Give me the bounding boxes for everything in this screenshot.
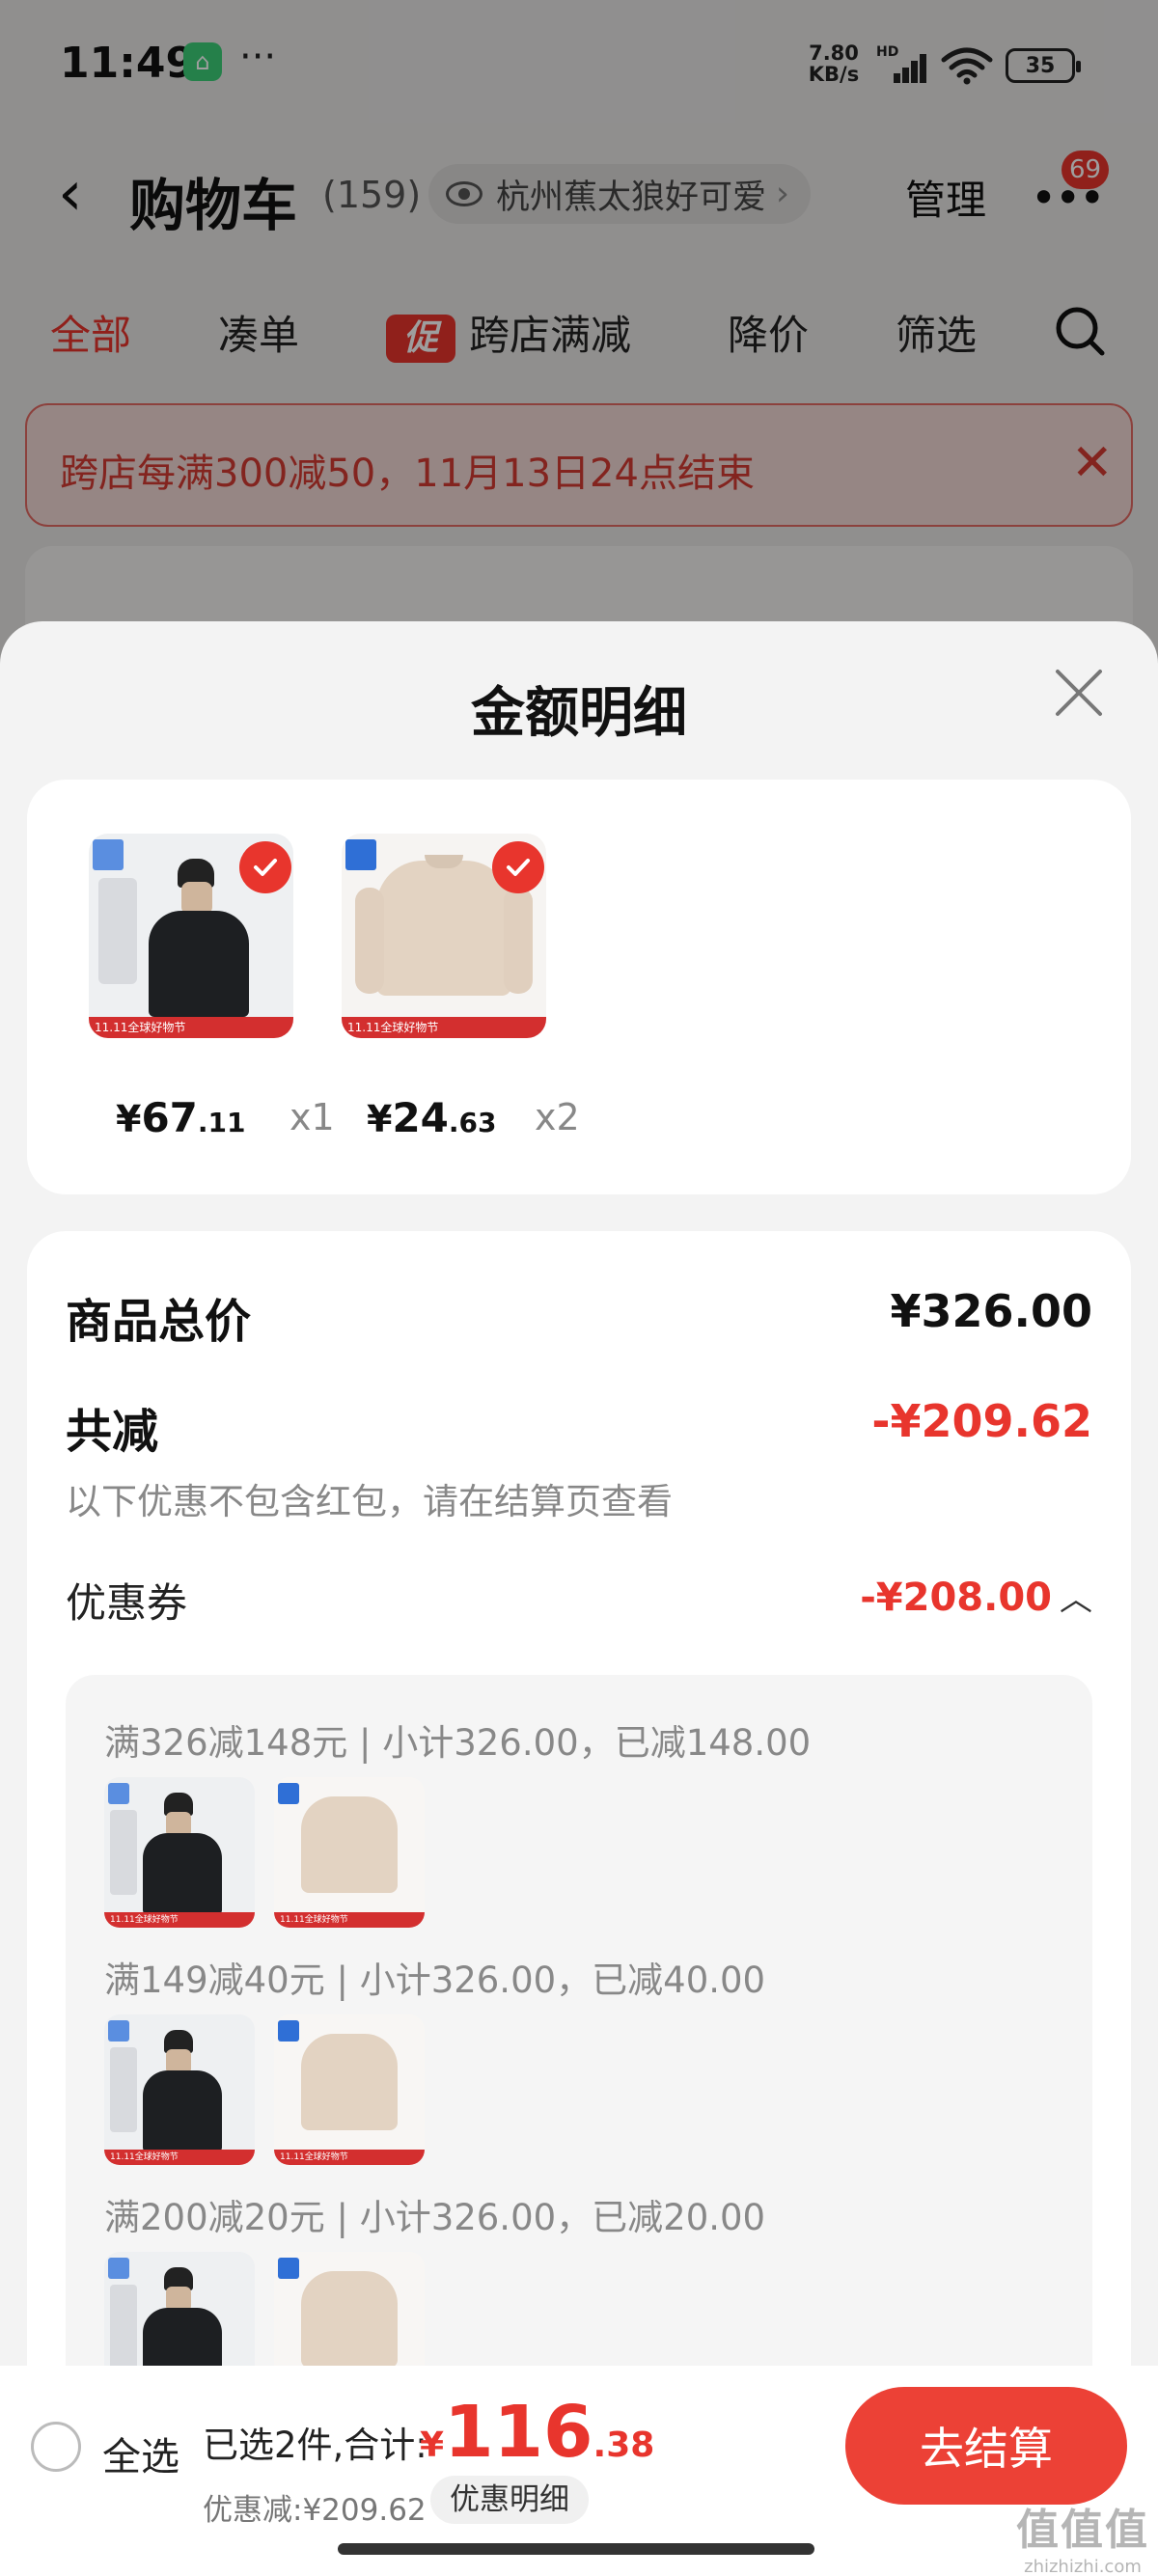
coupon-value-toggle[interactable]: -¥208.00 ︿ xyxy=(860,1573,1092,1620)
home-indicator[interactable] xyxy=(338,2543,814,2555)
reduction-note: 以下优惠不包含红包，请在结算页查看 xyxy=(66,1481,673,1522)
checkout-bar: 全选 已选2件,合计: ¥116.38 优惠减:¥209.62 优惠明细 去结算 xyxy=(0,2366,1158,2576)
product-item[interactable]: 11.11全球好物节 ¥24.63 x2 xyxy=(342,834,583,1141)
mini-product-image-sweater: 11.11全球好物节 xyxy=(274,1777,425,1928)
promo-strip: 11.11全球好物节 xyxy=(89,1017,293,1038)
product-quantity: x1 xyxy=(290,1096,335,1138)
brand-logo-icon xyxy=(93,839,124,870)
selected-summary: 已选2件,合计: xyxy=(203,2425,427,2466)
coupon-rule: 满149减40元 | 小计326.00，已减40.00 xyxy=(104,1959,766,2001)
discount-amount: 优惠减:¥209.62 xyxy=(203,2493,427,2528)
close-icon[interactable] xyxy=(1050,664,1108,722)
product-price: ¥24.63 xyxy=(367,1094,497,1141)
mini-product-image-jacket: 11.11全球好物节 xyxy=(104,2014,255,2165)
brand-logo-icon xyxy=(345,839,376,870)
coupon-value: -¥208.00 xyxy=(860,1576,1052,1620)
checkout-button[interactable]: 去结算 xyxy=(845,2387,1127,2505)
goods-total-value: ¥326.00 xyxy=(890,1285,1092,1337)
select-all-checkbox[interactable] xyxy=(31,2422,81,2472)
mini-product-image-jacket: 11.11全球好物节 xyxy=(104,1777,255,1928)
site-watermark: 值值值 zhizhizhi.com xyxy=(1011,2495,1154,2576)
product-quantity: x2 xyxy=(535,1096,580,1138)
modal-overlay[interactable] xyxy=(0,0,1158,675)
product-image-sweater: 11.11全球好物节 xyxy=(342,834,546,1038)
discount-detail-button[interactable]: 优惠明细 xyxy=(430,2476,589,2524)
coupon-rule: 满326减148元 | 小计326.00，已减148.00 xyxy=(104,1722,812,1764)
watermark-url: zhizhizhi.com xyxy=(1024,2557,1142,2576)
coupon-label: 优惠券 xyxy=(66,1579,188,1627)
checkmark-icon xyxy=(492,841,544,893)
total-reduction-label: 共减 xyxy=(66,1405,159,1459)
amount-detail-sheet: 金额明细 11.11全球好物节 ¥67.11 x1 11.11全球好物节 ¥24… xyxy=(0,621,1158,2576)
watermark-logo: 值值值 xyxy=(1016,2506,1149,2555)
sheet-title: 金额明细 xyxy=(471,682,687,745)
chevron-up-icon: ︿ xyxy=(1060,1580,1092,1619)
total-reduction-value: -¥209.62 xyxy=(871,1395,1092,1447)
goods-total-label: 商品总价 xyxy=(66,1295,252,1349)
product-item[interactable]: 11.11全球好物节 ¥67.11 x1 xyxy=(89,834,335,1141)
mini-product-image-sweater: 11.11全球好物节 xyxy=(274,2014,425,2165)
promo-strip: 11.11全球好物节 xyxy=(342,1017,546,1038)
checkmark-icon xyxy=(239,841,291,893)
total-price: ¥116.38 xyxy=(420,2391,655,2474)
select-all-label[interactable]: 全选 xyxy=(102,2425,179,2481)
product-image-jacket: 11.11全球好物节 xyxy=(89,834,293,1038)
selected-products-card: 11.11全球好物节 ¥67.11 x1 11.11全球好物节 ¥24.63 x… xyxy=(27,780,1131,1194)
product-price: ¥67.11 xyxy=(116,1094,246,1141)
coupon-rule: 满200减20元 | 小计326.00，已减20.00 xyxy=(104,2197,766,2238)
